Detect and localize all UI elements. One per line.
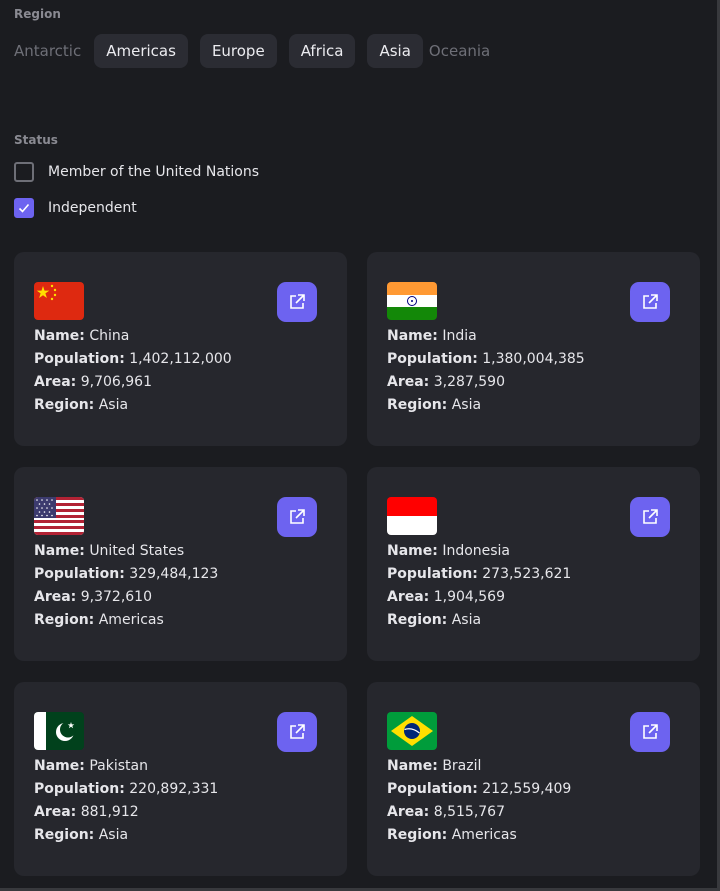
- country-area: 881,912: [80, 804, 139, 820]
- country-card: Name: India Population: 1,380,004,385 Ar…: [367, 252, 700, 446]
- independent-label: Independent: [48, 200, 137, 216]
- region-chip-oceania[interactable]: Oceania: [429, 34, 490, 68]
- country-region-row: Region: Americas: [387, 827, 517, 843]
- country-card: Name: Indonesia Population: 273,523,621 …: [367, 467, 700, 661]
- country-population: 220,892,331: [129, 781, 219, 797]
- country-area: 9,706,961: [80, 374, 152, 390]
- country-name: Pakistan: [89, 758, 148, 774]
- country-card: Name: United States Population: 329,484,…: [14, 467, 347, 661]
- country-name: China: [89, 328, 130, 344]
- country-area-row: Area: 9,706,961: [34, 374, 152, 390]
- country-name: Brazil: [442, 758, 482, 774]
- external-link-icon: [290, 509, 305, 524]
- country-name-row: Name: United States: [34, 543, 185, 559]
- country-region-row: Region: Asia: [387, 612, 482, 628]
- country-region-row: Region: Asia: [34, 827, 129, 843]
- country-name: India: [442, 328, 477, 344]
- country-name: Indonesia: [442, 543, 511, 559]
- country-population: 1,380,004,385: [482, 351, 585, 367]
- status-option-un-member[interactable]: Member of the United Nations: [14, 160, 259, 184]
- open-external-button[interactable]: [277, 497, 317, 537]
- country-name-row: Name: Pakistan: [34, 758, 148, 774]
- country-region: Americas: [98, 612, 164, 628]
- country-population: 329,484,123: [129, 566, 219, 582]
- country-name: United States: [89, 543, 185, 559]
- external-link-icon: [643, 724, 658, 739]
- country-region: Asia: [451, 397, 482, 413]
- region-chip-americas[interactable]: Americas: [94, 34, 188, 68]
- country-card: Name: Brazil Population: 212,559,409 Are…: [367, 682, 700, 876]
- region-chip-europe[interactable]: Europe: [199, 34, 277, 68]
- country-population-row: Population: 1,380,004,385: [387, 351, 585, 367]
- country-name-row: Name: China: [34, 328, 130, 344]
- usa-flag-icon: [34, 497, 84, 535]
- country-area-row: Area: 881,912: [34, 804, 139, 820]
- country-population-row: Population: 212,559,409: [387, 781, 572, 797]
- country-area-row: Area: 9,372,610: [34, 589, 152, 605]
- country-region: Americas: [451, 827, 517, 843]
- status-option-independent[interactable]: Independent: [14, 196, 137, 220]
- open-external-button[interactable]: [630, 282, 670, 322]
- independent-checkbox[interactable]: [14, 198, 34, 218]
- country-region: Asia: [98, 827, 129, 843]
- country-region-row: Region: Asia: [34, 397, 129, 413]
- open-external-button[interactable]: [630, 497, 670, 537]
- country-population: 212,559,409: [482, 781, 572, 797]
- external-link-icon: [290, 724, 305, 739]
- country-name-row: Name: Brazil: [387, 758, 482, 774]
- country-region: Asia: [451, 612, 482, 628]
- country-card: Name: Pakistan Population: 220,892,331 A…: [14, 682, 347, 876]
- country-area: 8,515,767: [433, 804, 505, 820]
- country-area-row: Area: 3,287,590: [387, 374, 505, 390]
- country-population-row: Population: 329,484,123: [34, 566, 219, 582]
- india-flag-icon: [387, 282, 437, 320]
- country-area: 3,287,590: [433, 374, 505, 390]
- open-external-button[interactable]: [277, 282, 317, 322]
- pakistan-flag-icon: [34, 712, 84, 750]
- un-member-checkbox[interactable]: [14, 162, 34, 182]
- checkmark-icon: [18, 203, 30, 213]
- country-name-row: Name: Indonesia: [387, 543, 511, 559]
- country-area-row: Area: 1,904,569: [387, 589, 505, 605]
- external-link-icon: [643, 294, 658, 309]
- country-population-row: Population: 1,402,112,000: [34, 351, 232, 367]
- country-area-row: Area: 8,515,767: [387, 804, 505, 820]
- country-area: 1,904,569: [433, 589, 505, 605]
- region-chip-asia[interactable]: Asia: [367, 34, 423, 68]
- brazil-flag-icon: [387, 712, 437, 750]
- region-section-label: Region: [14, 7, 61, 21]
- country-region: Asia: [98, 397, 129, 413]
- open-external-button[interactable]: [277, 712, 317, 752]
- country-area: 9,372,610: [80, 589, 152, 605]
- country-population-row: Population: 273,523,621: [387, 566, 572, 582]
- china-flag-icon: [34, 282, 84, 320]
- country-region-row: Region: Americas: [34, 612, 164, 628]
- indonesia-flag-icon: [387, 497, 437, 535]
- region-filter-chips: Antarctic Americas Europe Africa Asia Oc…: [14, 34, 502, 68]
- status-section-label: Status: [14, 133, 58, 147]
- open-external-button[interactable]: [630, 712, 670, 752]
- country-region-row: Region: Asia: [387, 397, 482, 413]
- region-chip-africa[interactable]: Africa: [288, 34, 356, 68]
- external-link-icon: [643, 509, 658, 524]
- country-population: 273,523,621: [482, 566, 572, 582]
- country-population-row: Population: 220,892,331: [34, 781, 219, 797]
- external-link-icon: [290, 294, 305, 309]
- country-name-row: Name: India: [387, 328, 477, 344]
- country-card: Name: China Population: 1,402,112,000 Ar…: [14, 252, 347, 446]
- region-chip-antarctic[interactable]: Antarctic: [14, 34, 81, 68]
- un-member-label: Member of the United Nations: [48, 164, 260, 180]
- country-population: 1,402,112,000: [129, 351, 232, 367]
